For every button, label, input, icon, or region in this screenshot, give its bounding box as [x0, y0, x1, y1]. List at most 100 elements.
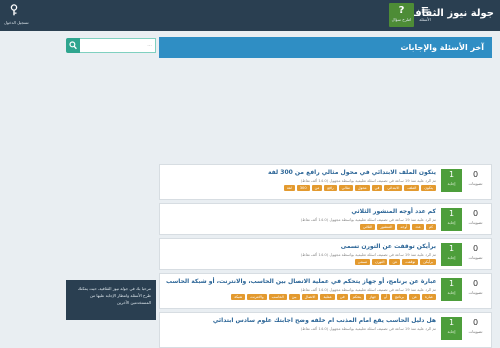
tag-chip[interactable]: والانترنت	[247, 294, 267, 300]
vote-label: تصويتات	[468, 329, 483, 334]
tag-chip[interactable]: يتكون	[421, 185, 436, 191]
tag-chip[interactable]: بين	[288, 294, 300, 300]
tag-chip[interactable]: جهاز	[366, 294, 380, 300]
search-input[interactable]: ...	[80, 38, 156, 53]
question-title[interactable]: برأيكن توقفت عن التورن تسمى	[166, 243, 436, 251]
tag-chip[interactable]: في	[371, 185, 383, 191]
question-title[interactable]: يتكون الملف الابتدائي في محول مثالي رافع…	[166, 169, 436, 177]
tag-chip[interactable]: توقفت	[402, 259, 419, 265]
question-body: يتكون الملف الابتدائي في محول مثالي رافع…	[166, 169, 436, 191]
answer-count[interactable]: 1 إجابة	[441, 208, 462, 231]
vote-count: 0 تصويتات	[464, 243, 487, 266]
question-title[interactable]: كم عدد أوجه المنشور الثلاثي	[166, 208, 436, 216]
welcome-box: مرحبا بك في جولة نيوز الثقافية، حيث يمكن…	[66, 280, 156, 320]
question-title[interactable]: عبارة عن برنامج، أو جهاز يتحكم في عملية …	[166, 278, 437, 286]
answer-label: إجابة	[447, 255, 456, 260]
vote-number: 0	[472, 279, 479, 288]
question-title[interactable]: هل دليل الحاسب يقع امام المذنب ام خلفه و…	[166, 317, 436, 325]
page-header-bar: آخر الأسئلة والإجابات	[159, 37, 492, 58]
question-meta: تم الرد عليه منذ 19 ساعة في تصنيف اسئلة …	[300, 287, 436, 292]
vote-label: تصويتات	[468, 255, 483, 260]
tag-chip[interactable]: في	[336, 294, 348, 300]
tag-list: عبارة عن برنامج أو جهاز يتحكم في عملية الاتصال بي…	[166, 294, 436, 300]
answer-number: 1	[448, 244, 455, 253]
question-item: 0 تصويتات 1 إجابة عبارة عن برنامج، أو جه…	[159, 273, 492, 309]
question-mark-icon: ?	[398, 5, 405, 16]
page-title: آخر الأسئلة والإجابات	[400, 43, 485, 52]
question-meta: تم الرد عليه منذ 19 ساعة في تصنيف اسئلة …	[300, 326, 436, 331]
tag-chip[interactable]: مثالي	[338, 185, 353, 191]
tag-list: كم عدد أوجه المنشور الثلاثي	[166, 224, 436, 230]
question-meta: تم الرد عليه منذ 19 ساعة في تصنيف اسئلة …	[300, 178, 436, 183]
answer-label: إجابة	[447, 220, 456, 225]
top-navbar: جولة نيوز الثقافية ≡ الأسئلة ? اطرح سؤال…	[0, 0, 500, 31]
question-meta: تم الرد عليه منذ 19 ساعة في تصنيف اسئلة …	[300, 217, 436, 222]
answer-number: 1	[448, 170, 455, 179]
vote-count: 0 تصويتات	[464, 278, 487, 301]
question-item: 0 تصويتات 1 إجابة كم عدد أوجه المنشور ال…	[159, 203, 492, 235]
tag-chip[interactable]: المنشور	[377, 224, 396, 230]
welcome-text: مرحبا بك في جولة نيوز الثقافية، حيث يمكن…	[77, 286, 151, 305]
answer-label: إجابة	[447, 329, 456, 334]
tag-chip[interactable]: من	[311, 185, 323, 191]
tag-list: يتكون الملف الابتدائي في محول مثالي رافع من 300 ل…	[166, 185, 436, 191]
tag-chip[interactable]: عدد	[412, 224, 424, 230]
tag-chip[interactable]: أوجه	[397, 224, 411, 230]
nav-questions-label: الأسئلة	[419, 17, 431, 22]
tag-chip[interactable]: برنامج	[391, 294, 408, 300]
vote-label: تصويتات	[468, 290, 483, 295]
ask-question-button[interactable]: ? اطرح سؤال	[389, 3, 414, 27]
tag-chip[interactable]: تسمى	[354, 259, 371, 265]
search-box: ...	[66, 38, 156, 53]
tag-chip[interactable]: التورن	[372, 259, 388, 265]
tag-chip[interactable]: الابتدائي	[384, 185, 403, 191]
answer-count[interactable]: 1 إجابة	[441, 278, 462, 301]
login-button[interactable]: تسجيل الدخول	[4, 3, 29, 27]
tag-chip[interactable]: عن	[409, 294, 421, 300]
tag-chip[interactable]: شبكة	[231, 294, 246, 300]
question-body: برأيكن توقفت عن التورن تسمى تم الرد عليه…	[166, 243, 436, 265]
tag-chip[interactable]: عملية	[320, 294, 335, 300]
tag-chip[interactable]: كم	[425, 224, 436, 230]
tag-chip[interactable]: الحاسب	[268, 294, 287, 300]
search-icon	[69, 41, 77, 50]
tag-chip[interactable]: يتحكم	[349, 294, 365, 300]
tag-chip[interactable]: أو	[381, 294, 390, 300]
key-icon	[4, 4, 24, 20]
answer-count[interactable]: 1 إجابة	[441, 317, 462, 340]
tag-chip[interactable]: رافع	[324, 185, 337, 191]
question-body: عبارة عن برنامج، أو جهاز يتحكم في عملية …	[166, 278, 437, 300]
vote-count: 0 تصويتات	[464, 208, 487, 231]
tag-list: برأيكن توقفت عن التورن تسمى	[166, 259, 436, 265]
answer-count[interactable]: 1 إجابة	[441, 243, 462, 266]
vote-count: 0 تصويتات	[464, 317, 487, 340]
tag-chip[interactable]: عن	[389, 259, 401, 265]
tag-chip[interactable]: محول	[354, 185, 370, 191]
answer-number: 1	[448, 209, 455, 218]
vote-label: تصويتات	[468, 181, 483, 186]
search-button[interactable]	[66, 38, 80, 53]
tag-chip[interactable]: 300	[296, 185, 310, 191]
tag-chip[interactable]: الاتصال	[301, 294, 319, 300]
tag-chip[interactable]: الملف	[404, 185, 420, 191]
vote-count: 0 تصويتات	[464, 169, 487, 192]
answer-count[interactable]: 1 إجابة	[441, 169, 462, 192]
tag-chip[interactable]: الثلاثي	[359, 224, 376, 230]
nav-questions[interactable]: ≡ الأسئلة	[415, 3, 435, 27]
tag-chip[interactable]: لفة	[283, 185, 295, 191]
vote-number: 0	[472, 244, 479, 253]
login-label: تسجيل الدخول	[4, 20, 29, 25]
vote-number: 0	[472, 318, 479, 327]
answer-label: إجابة	[447, 290, 456, 295]
question-body: هل دليل الحاسب يقع امام المذنب ام خلفه و…	[166, 317, 436, 333]
tag-chip[interactable]: عبارة	[422, 294, 436, 300]
answer-number: 1	[448, 279, 455, 288]
tag-chip[interactable]: برأيكن	[420, 259, 436, 265]
answer-label: إجابة	[447, 181, 456, 186]
question-item: 0 تصويتات 1 إجابة هل دليل الحاسب يقع اما…	[159, 312, 492, 348]
ask-question-label: اطرح سؤال	[391, 17, 412, 22]
vote-number: 0	[472, 209, 479, 218]
question-meta: تم الرد عليه منذ 19 ساعة في تصنيف اسئلة …	[300, 252, 436, 257]
question-item: 0 تصويتات 1 إجابة يتكون الملف الابتدائي …	[159, 164, 492, 200]
menu-lines-icon: ≡	[420, 5, 430, 16]
